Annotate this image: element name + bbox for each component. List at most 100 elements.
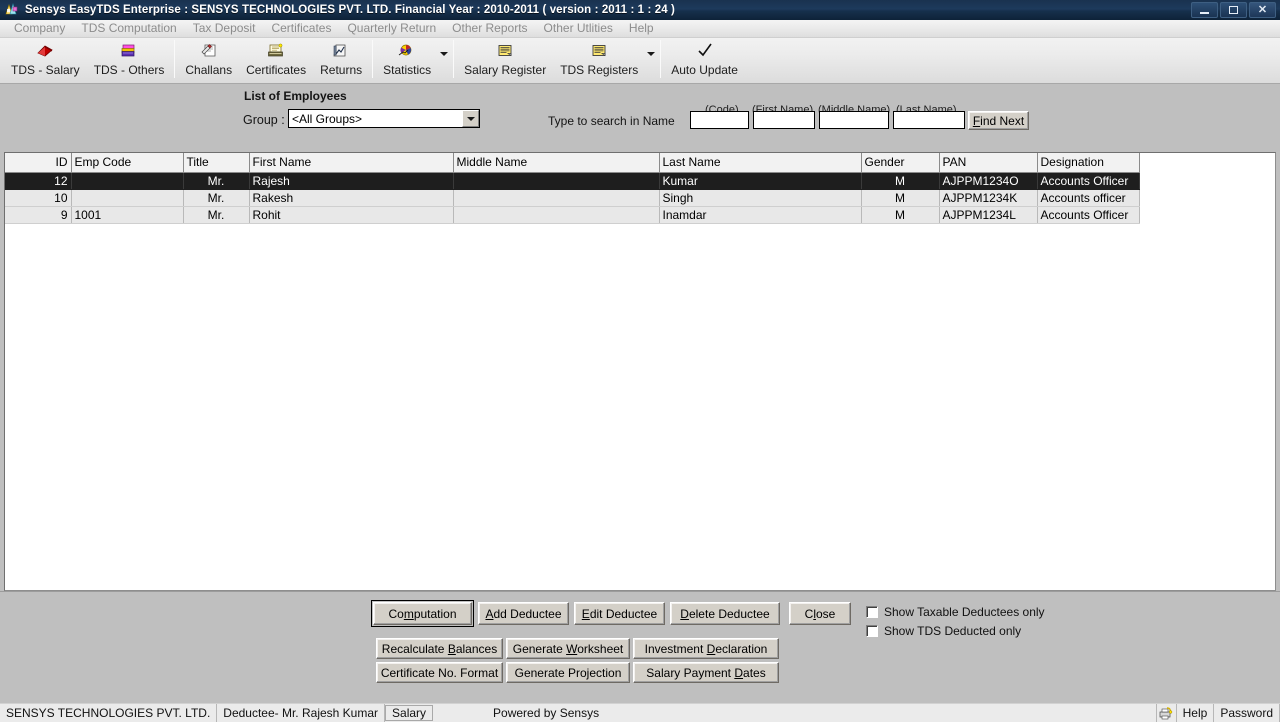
cell-id: 12 xyxy=(5,172,72,190)
toolbar-label: Challans xyxy=(185,63,233,77)
search-input-last-name[interactable] xyxy=(893,111,965,129)
menu-quarterly-return[interactable]: Quarterly Return xyxy=(339,20,444,37)
certificate-no-format-button[interactable]: Certificate No. Format xyxy=(376,662,503,683)
generate-projection-button[interactable]: Generate Projection xyxy=(506,662,630,683)
toolbar-auto-update[interactable]: Auto Update xyxy=(664,38,745,77)
checkbox-box xyxy=(866,625,878,637)
status-help-button[interactable]: Help xyxy=(1177,704,1215,722)
minimize-button[interactable] xyxy=(1191,2,1218,18)
show-tds-deducted-checkbox[interactable]: Show TDS Deducted only xyxy=(866,624,1021,638)
menu-other-reports[interactable]: Other Reports xyxy=(444,20,535,37)
tds-registers-dropdown-button[interactable] xyxy=(645,52,657,56)
sensys-logo-icon xyxy=(4,2,20,18)
table-row[interactable]: 12 Mr. Rajesh Kumar M AJPPM1234O Account… xyxy=(5,172,1140,190)
toolbar-label: Auto Update xyxy=(671,63,738,77)
table-header-row: ID Emp Code Title First Name Middle Name… xyxy=(5,153,1140,173)
cell-emp-code xyxy=(71,189,184,207)
toolbar-tds-registers[interactable]: TDS Registers xyxy=(553,38,645,77)
table-row[interactable]: 10 Mr. Rakesh Singh M AJPPM1234K Account… xyxy=(5,189,1140,207)
toolbar-challans[interactable]: Challans xyxy=(178,38,239,77)
find-next-button[interactable]: Find Next xyxy=(968,111,1029,130)
toolbar-label: Statistics xyxy=(383,63,432,77)
search-input-first-name[interactable] xyxy=(753,111,815,129)
toolbar-label: TDS - Salary xyxy=(11,63,80,77)
col-header-pan[interactable]: PAN xyxy=(939,153,1038,173)
toolbar-label: TDS Registers xyxy=(560,63,639,77)
cell-designation: Accounts officer xyxy=(1037,189,1140,207)
cell-title: Mr. xyxy=(183,189,250,207)
col-header-first-name[interactable]: First Name xyxy=(249,153,454,173)
toolbar-label: Returns xyxy=(320,63,363,77)
menu-company[interactable]: Company xyxy=(6,20,73,37)
title-bar: Sensys EasyTDS Enterprise : SENSYS TECHN… xyxy=(0,0,1280,20)
page-title: List of Employees xyxy=(244,89,347,103)
cell-designation: Accounts Officer xyxy=(1037,206,1140,224)
cell-emp-code: 1001 xyxy=(71,206,184,224)
toolbar-returns[interactable]: Returns xyxy=(313,38,369,77)
recalculate-balances-button[interactable]: Recalculate Balances xyxy=(376,638,503,659)
status-company: SENSYS TECHNOLOGIES PVT. LTD. xyxy=(0,704,218,722)
checkbox-label: Show TDS Deducted only xyxy=(884,624,1022,638)
chevron-down-icon xyxy=(466,116,475,121)
toolbar-salary-register[interactable]: Salary Register xyxy=(457,38,553,77)
toolbar-tds-salary[interactable]: TDS - Salary xyxy=(4,38,87,77)
col-header-last-name[interactable]: Last Name xyxy=(659,153,862,173)
toolbar-separator xyxy=(453,40,455,78)
close-button-bottom[interactable]: Close xyxy=(789,602,851,625)
menu-help[interactable]: Help xyxy=(621,20,662,37)
generate-worksheet-button[interactable]: Generate Worksheet xyxy=(506,638,630,659)
cell-pan: AJPPM1234K xyxy=(939,189,1038,207)
status-password-button[interactable]: Password xyxy=(1214,704,1280,722)
toolbar-separator xyxy=(372,40,374,78)
cell-pan: AJPPM1234O xyxy=(939,172,1038,190)
table-row[interactable]: 9 1001 Mr. Rohit Inamdar M AJPPM1234L Ac… xyxy=(5,206,1140,224)
col-header-title[interactable]: Title xyxy=(183,153,250,173)
maximize-button[interactable] xyxy=(1220,2,1247,18)
menu-other-utlities[interactable]: Other Utlities xyxy=(536,20,621,37)
red-book-icon xyxy=(34,41,56,61)
col-header-gender[interactable]: Gender xyxy=(861,153,940,173)
employees-table: ID Emp Code Title First Name Middle Name… xyxy=(5,153,1140,224)
menu-certificates[interactable]: Certificates xyxy=(263,20,339,37)
investment-declaration-button[interactable]: Investment Declaration xyxy=(633,638,779,659)
status-mode: Salary xyxy=(385,705,434,721)
employees-grid[interactable]: ID Emp Code Title First Name Middle Name… xyxy=(4,152,1276,591)
powered-by-text: Powered by Sensys xyxy=(493,706,600,720)
grid-empty-space xyxy=(5,223,1275,590)
printer-icon[interactable] xyxy=(1157,704,1177,722)
edit-deductee-button[interactable]: Edit Deductee xyxy=(574,602,665,625)
add-deductee-button[interactable]: Add Deductee xyxy=(478,602,569,625)
toolbar-statistics[interactable]: Statistics xyxy=(376,38,438,77)
statistics-dropdown-button[interactable] xyxy=(438,52,450,56)
cell-gender: M xyxy=(861,172,940,190)
col-header-emp-code[interactable]: Emp Code xyxy=(71,153,184,173)
col-header-middle-name[interactable]: Middle Name xyxy=(453,153,660,173)
computation-button[interactable]: Computation xyxy=(371,600,474,627)
toolbar-tds-others[interactable]: TDS - Others xyxy=(87,38,172,77)
search-input-middle-name[interactable] xyxy=(819,111,889,129)
cell-id: 10 xyxy=(5,189,72,207)
toolbar-separator xyxy=(174,40,176,78)
salary-payment-dates-button[interactable]: Salary Payment Dates xyxy=(633,662,779,683)
returns-icon xyxy=(330,41,352,61)
group-select[interactable]: <All Groups> xyxy=(288,109,480,128)
checkmark-icon xyxy=(694,41,716,61)
col-header-id[interactable]: ID xyxy=(5,153,72,173)
close-button[interactable]: ✕ xyxy=(1249,2,1276,18)
chevron-down-icon xyxy=(647,52,656,56)
menu-bar: Company TDS Computation Tax Deposit Cert… xyxy=(0,20,1280,38)
statistics-icon xyxy=(396,41,418,61)
checkbox-box xyxy=(866,606,878,618)
filter-panel: List of Employees Group : <All Groups> T… xyxy=(0,84,1280,152)
search-input-code[interactable] xyxy=(690,111,749,129)
toolbar-certificates[interactable]: Certificates xyxy=(239,38,313,77)
menu-tax-deposit[interactable]: Tax Deposit xyxy=(185,20,264,37)
delete-deductee-button[interactable]: Delete Deductee xyxy=(670,602,780,625)
col-header-designation[interactable]: Designation xyxy=(1037,153,1140,173)
group-select-arrow-button[interactable] xyxy=(462,110,479,127)
cell-gender: M xyxy=(861,189,940,207)
show-taxable-deductees-checkbox[interactable]: Show Taxable Deductees only xyxy=(866,605,1045,619)
menu-tds-computation[interactable]: TDS Computation xyxy=(73,20,184,37)
checkbox-label: Show Taxable Deductees only xyxy=(884,605,1045,619)
toolbar-label: Salary Register xyxy=(464,63,547,77)
